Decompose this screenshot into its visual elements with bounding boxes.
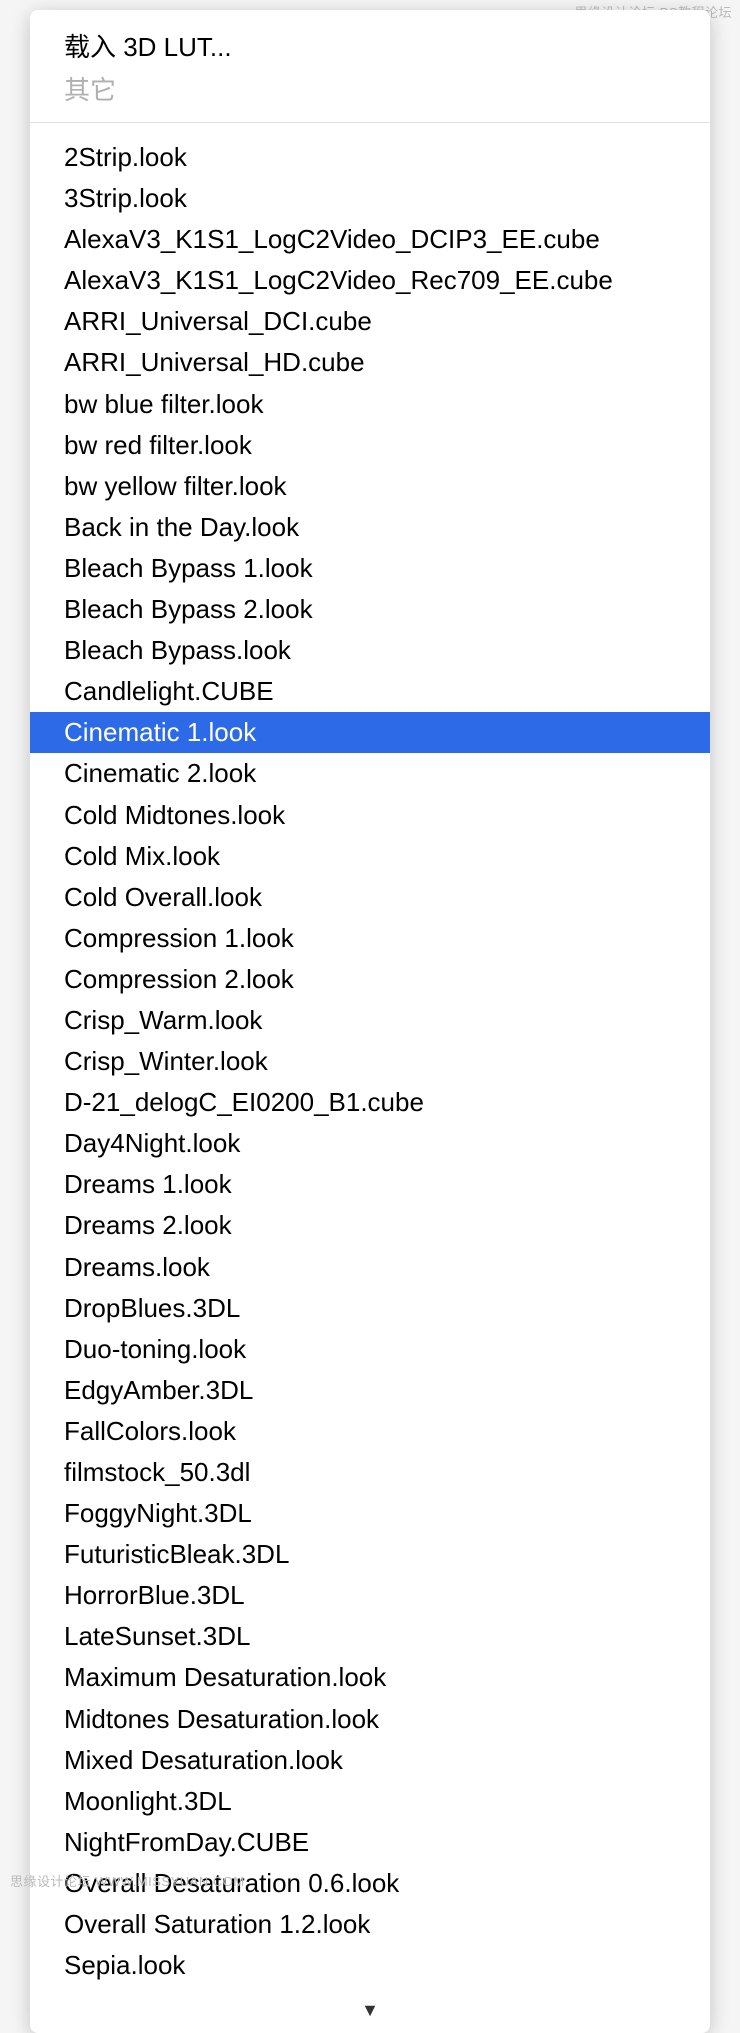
lut-option[interactable]: Crisp_Winter.look [30,1041,710,1082]
lut-option[interactable]: Maximum Desaturation.look [30,1657,710,1698]
dropdown-header: 载入 3D LUT... 其它 [30,10,710,123]
lut-option[interactable]: Cinematic 2.look [30,753,710,794]
scroll-down-indicator[interactable]: ▼ [30,1994,710,2033]
lut-option[interactable]: AlexaV3_K1S1_LogC2Video_DCIP3_EE.cube [30,219,710,260]
other-option: 其它 [30,67,710,110]
lut-list: 2Strip.look3Strip.lookAlexaV3_K1S1_LogC2… [30,123,710,1994]
load-3d-lut-option[interactable]: 载入 3D LUT... [30,24,710,67]
lut-option[interactable]: Bleach Bypass.look [30,630,710,671]
lut-option[interactable]: bw yellow filter.look [30,466,710,507]
lut-option[interactable]: Dreams 1.look [30,1164,710,1205]
lut-option[interactable]: DropBlues.3DL [30,1288,710,1329]
lut-option[interactable]: 3Strip.look [30,178,710,219]
lut-option[interactable]: EdgyAmber.3DL [30,1370,710,1411]
lut-option[interactable]: FuturisticBleak.3DL [30,1534,710,1575]
lut-option[interactable]: Cold Mix.look [30,836,710,877]
lut-option[interactable]: Compression 2.look [30,959,710,1000]
lut-option[interactable]: ARRI_Universal_DCI.cube [30,301,710,342]
lut-option[interactable]: bw red filter.look [30,425,710,466]
lut-dropdown-panel: 载入 3D LUT... 其它 2Strip.look3Strip.lookAl… [30,10,710,2033]
lut-option[interactable]: Midtones Desaturation.look [30,1699,710,1740]
lut-option[interactable]: NightFromDay.CUBE [30,1822,710,1863]
lut-option[interactable]: Cold Midtones.look [30,795,710,836]
lut-option[interactable]: Compression 1.look [30,918,710,959]
lut-option[interactable]: filmstock_50.3dl [30,1452,710,1493]
lut-option[interactable]: bw blue filter.look [30,384,710,425]
lut-option[interactable]: Overall Saturation 1.2.look [30,1904,710,1945]
lut-option[interactable]: Candlelight.CUBE [30,671,710,712]
lut-option[interactable]: Bleach Bypass 1.look [30,548,710,589]
lut-option[interactable]: Cinematic 1.look [30,712,710,753]
lut-option[interactable]: Back in the Day.look [30,507,710,548]
lut-option[interactable]: HorrorBlue.3DL [30,1575,710,1616]
lut-option[interactable]: Bleach Bypass 2.look [30,589,710,630]
lut-option[interactable]: Dreams 2.look [30,1205,710,1246]
lut-option[interactable]: Crisp_Warm.look [30,1000,710,1041]
lut-option[interactable]: FoggyNight.3DL [30,1493,710,1534]
lut-option[interactable]: Mixed Desaturation.look [30,1740,710,1781]
lut-option[interactable]: LateSunset.3DL [30,1616,710,1657]
lut-option[interactable]: Cold Overall.look [30,877,710,918]
lut-option[interactable]: Sepia.look [30,1945,710,1986]
lut-option[interactable]: AlexaV3_K1S1_LogC2Video_Rec709_EE.cube [30,260,710,301]
lut-option[interactable]: Dreams.look [30,1247,710,1288]
watermark-bottom: 思缘设计论坛 WWW.MISSYUAN.COM [10,1871,245,1890]
lut-option[interactable]: 2Strip.look [30,137,710,178]
lut-option[interactable]: D-21_delogC_EI0200_B1.cube [30,1082,710,1123]
lut-option[interactable]: FallColors.look [30,1411,710,1452]
lut-option[interactable]: ARRI_Universal_HD.cube [30,342,710,383]
lut-option[interactable]: Day4Night.look [30,1123,710,1164]
lut-option[interactable]: Moonlight.3DL [30,1781,710,1822]
lut-option[interactable]: Duo-toning.look [30,1329,710,1370]
